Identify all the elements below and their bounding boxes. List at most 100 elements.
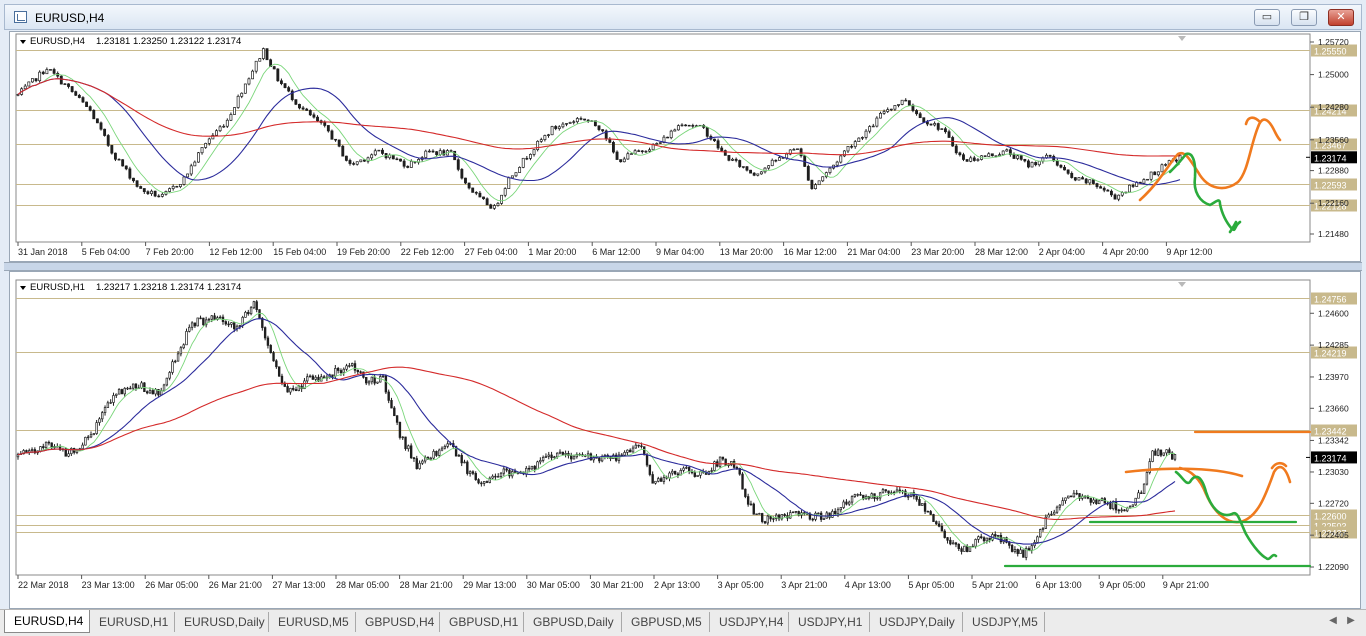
chart-tab-eurusd-h1[interactable]: EURUSD,H1 bbox=[90, 612, 175, 632]
candle bbox=[875, 116, 879, 128]
candle-body bbox=[630, 153, 633, 155]
candle-body bbox=[316, 116, 319, 122]
chart-pane-h4[interactable]: 1.25550 1.24214 1.23467 1.22593 1.22128 1.257… bbox=[9, 31, 1361, 262]
chart-tab-usdjpy-daily[interactable]: USDJPY,Daily bbox=[870, 612, 963, 632]
chart-pane-h1[interactable]: 1.247561.242191.234421.225031.226001.224… bbox=[9, 271, 1361, 609]
chart-symbol-label: EURUSD,H4 bbox=[30, 36, 85, 47]
minimize-button[interactable]: ▭ bbox=[1254, 9, 1280, 26]
chart-h4-canvas[interactable]: 1.255501.242141.234671.225931.221281.257… bbox=[10, 32, 1362, 263]
candle-body bbox=[1030, 545, 1033, 551]
candle-body bbox=[168, 188, 171, 192]
candle-body bbox=[749, 169, 752, 174]
candle bbox=[255, 299, 258, 313]
candle bbox=[466, 460, 469, 476]
candle-body bbox=[612, 142, 615, 153]
candle bbox=[409, 443, 413, 459]
candle-body bbox=[825, 512, 828, 519]
candle bbox=[269, 344, 272, 354]
candle bbox=[1117, 508, 1121, 514]
candle bbox=[990, 153, 994, 157]
candle-body bbox=[525, 157, 529, 160]
chart-tab-eurusd-daily[interactable]: EURUSD,Daily bbox=[175, 612, 269, 632]
candle bbox=[435, 450, 438, 457]
chart-shift-icon bbox=[1178, 282, 1186, 287]
candle bbox=[1102, 186, 1106, 193]
candle bbox=[117, 158, 121, 161]
candle-body bbox=[806, 166, 810, 181]
x-tick-label: 30 Mar 21:00 bbox=[590, 580, 643, 590]
candle-body bbox=[39, 446, 42, 452]
candle bbox=[81, 442, 84, 450]
candle-body bbox=[1142, 483, 1146, 494]
chart-tab-eurusd-h4[interactable]: EURUSD,H4 bbox=[4, 610, 90, 633]
candle-body bbox=[418, 462, 421, 470]
candle-body bbox=[269, 345, 272, 354]
candle bbox=[272, 65, 276, 70]
chart-tab-usdjpy-h4[interactable]: USDJPY,H4 bbox=[710, 612, 789, 632]
chart-tab-usdjpy-h1[interactable]: USDJPY,H1 bbox=[789, 612, 870, 632]
candle bbox=[308, 374, 312, 378]
candle-body bbox=[52, 69, 56, 74]
candle-body bbox=[1117, 509, 1121, 512]
candle bbox=[204, 142, 208, 149]
candle bbox=[129, 385, 132, 390]
candle-body bbox=[918, 499, 921, 506]
candle bbox=[746, 493, 750, 507]
candle-body bbox=[564, 453, 567, 455]
close-button[interactable]: ✕ bbox=[1328, 9, 1354, 26]
candle bbox=[944, 126, 947, 134]
candle-body bbox=[727, 155, 731, 161]
x-tick-label: 4 Apr 20:00 bbox=[1103, 247, 1149, 257]
candle bbox=[543, 134, 547, 142]
chart-tab-gbpusd-daily[interactable]: GBPUSD,Daily bbox=[524, 612, 622, 632]
candle bbox=[983, 155, 987, 157]
candle-body bbox=[1081, 177, 1084, 180]
chart-tab-gbpusd-h4[interactable]: GBPUSD,H4 bbox=[356, 612, 440, 632]
restore-button[interactable]: ❐ bbox=[1291, 9, 1317, 26]
candle bbox=[881, 487, 885, 494]
candle bbox=[662, 474, 666, 485]
pane-splitter[interactable] bbox=[4, 262, 1362, 271]
candle bbox=[680, 123, 684, 127]
candle-body bbox=[1086, 496, 1090, 499]
candle bbox=[34, 78, 38, 83]
window-title-bar[interactable]: EURUSD,H4 ▭ ❐ ✕ bbox=[4, 4, 1362, 30]
candle-body bbox=[561, 123, 565, 128]
candle bbox=[564, 450, 567, 458]
candle-body bbox=[87, 436, 90, 439]
candle bbox=[1022, 549, 1025, 558]
y-tick-label: 1.25000 bbox=[1318, 70, 1349, 80]
chart-tab-usdjpy-m5[interactable]: USDJPY,M5 bbox=[963, 612, 1045, 632]
candle-body bbox=[471, 187, 475, 193]
chart-tab-eurusd-m5[interactable]: EURUSD,M5 bbox=[269, 612, 356, 632]
candle-body bbox=[572, 121, 576, 123]
candle-body bbox=[150, 190, 153, 194]
candle-body bbox=[746, 496, 750, 505]
candle-body bbox=[47, 441, 51, 444]
candle bbox=[796, 148, 799, 150]
candle-body bbox=[889, 108, 893, 111]
x-tick-label: 15 Feb 04:00 bbox=[273, 247, 326, 257]
tab-scroll-right-icon[interactable]: ▶ bbox=[1344, 614, 1358, 628]
candle-body bbox=[1027, 548, 1031, 551]
candle-body bbox=[853, 141, 857, 148]
candle-body bbox=[756, 173, 760, 176]
candle bbox=[1027, 159, 1030, 169]
chart-tab-gbpusd-h1[interactable]: GBPUSD,H1 bbox=[440, 612, 524, 632]
candle-body bbox=[946, 537, 949, 541]
candle-body bbox=[99, 122, 103, 130]
candle bbox=[189, 163, 193, 177]
candle-body bbox=[965, 159, 969, 162]
candle bbox=[106, 400, 110, 408]
chart-tab-gbpusd-m5[interactable]: GBPUSD,M5 bbox=[622, 612, 710, 632]
candle-body bbox=[370, 376, 374, 383]
candle bbox=[179, 346, 183, 357]
candle bbox=[204, 316, 208, 328]
candle-body bbox=[615, 151, 619, 160]
chart-h1-canvas[interactable]: 1.247561.242191.234421.225031.226001.224… bbox=[10, 272, 1362, 610]
tab-scroll-left-icon[interactable]: ◀ bbox=[1326, 614, 1340, 628]
candle-body bbox=[443, 446, 447, 449]
candle bbox=[252, 300, 256, 310]
candle-body bbox=[878, 492, 882, 499]
candle-body bbox=[314, 376, 317, 380]
